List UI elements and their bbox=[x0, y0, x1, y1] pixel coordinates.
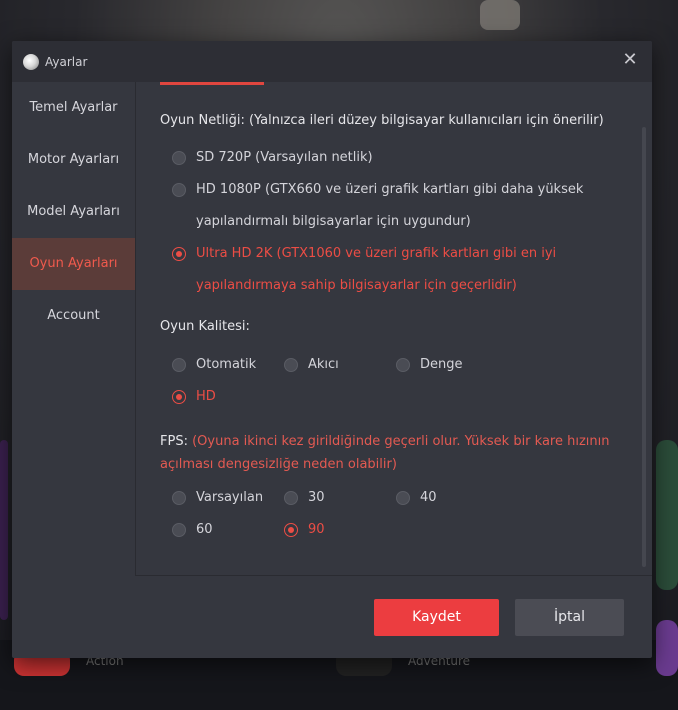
dialog-titlebar: Ayarlar ✕ bbox=[12, 41, 652, 82]
quality-option-auto[interactable]: Otomatik bbox=[172, 356, 256, 374]
radio-icon bbox=[172, 491, 186, 505]
sidebar-item-basic-settings[interactable]: Temel Ayarlar bbox=[12, 82, 135, 134]
radio-icon bbox=[172, 247, 186, 261]
resolution-option-label: SD 720P (Varsayılan netlik) bbox=[196, 150, 373, 165]
quality-option-smooth[interactable]: Akıcı bbox=[284, 356, 339, 374]
sidebar-item-game-settings[interactable]: Oyun Ayarları bbox=[12, 238, 135, 290]
quality-option-label: Otomatik bbox=[196, 357, 257, 372]
resolution-option-label: Ultra HD 2K (GTX1060 ve üzeri grafik kar… bbox=[196, 246, 557, 293]
sidebar-item-model-settings[interactable]: Model Ayarları bbox=[12, 186, 135, 238]
radio-icon bbox=[172, 183, 186, 197]
fps-option-30[interactable]: 30 bbox=[284, 489, 325, 507]
sidebar-item-account[interactable]: Account bbox=[12, 290, 135, 342]
radio-icon bbox=[172, 358, 186, 372]
close-icon[interactable]: ✕ bbox=[622, 51, 638, 69]
background-game-icon bbox=[656, 620, 678, 676]
section-tab-indicator bbox=[160, 82, 264, 85]
fps-option-label: 40 bbox=[420, 490, 437, 505]
radio-icon bbox=[172, 523, 186, 537]
save-button[interactable]: Kaydet bbox=[374, 599, 499, 636]
resolution-option-hd[interactable]: HD 1080P (GTX660 ve üzeri grafik kartlar… bbox=[172, 181, 602, 238]
fps-option-label: Varsayılan bbox=[196, 490, 264, 505]
resolution-option-ultra-hd[interactable]: Ultra HD 2K (GTX1060 ve üzeri grafik kar… bbox=[172, 245, 592, 302]
fps-option-90[interactable]: 90 bbox=[284, 521, 325, 539]
fps-title: FPS: bbox=[160, 434, 188, 449]
radio-icon bbox=[172, 151, 186, 165]
quality-option-balance[interactable]: Denge bbox=[396, 356, 463, 374]
radio-icon bbox=[396, 358, 410, 372]
resolution-option-sd[interactable]: SD 720P (Varsayılan netlik) bbox=[172, 149, 373, 167]
fps-option-40[interactable]: 40 bbox=[396, 489, 437, 507]
settings-sidebar: Temel Ayarlar Motor Ayarları Model Ayarl… bbox=[12, 82, 136, 575]
radio-icon bbox=[284, 491, 298, 505]
quality-option-label: Denge bbox=[420, 357, 463, 372]
fps-option-label: 60 bbox=[196, 522, 213, 537]
fps-option-default[interactable]: Varsayılan bbox=[172, 489, 263, 507]
fps-option-label: 90 bbox=[308, 522, 325, 537]
dialog-title: Ayarlar bbox=[45, 54, 88, 69]
fps-option-label: 30 bbox=[308, 490, 325, 505]
radio-icon bbox=[284, 358, 298, 372]
settings-content: Oyun Netliği: (Yalnızca ileri düzey bilg… bbox=[136, 82, 652, 575]
content-scrollbar[interactable] bbox=[642, 127, 646, 567]
resolution-title: Oyun Netliği: (Yalnızca ileri düzey bilg… bbox=[160, 113, 604, 128]
app-logo-icon bbox=[23, 53, 39, 70]
settings-dialog: Ayarlar ✕ Temel Ayarlar Motor Ayarları M… bbox=[12, 41, 652, 658]
fps-note: (Oyuna ikinci kez girildiğinde geçerli o… bbox=[160, 434, 610, 472]
resolution-option-label: HD 1080P (GTX660 ve üzeri grafik kartlar… bbox=[196, 182, 584, 229]
fps-title-block: FPS: (Oyuna ikinci kez girildiğinde geçe… bbox=[160, 430, 620, 476]
quality-option-hd[interactable]: HD bbox=[172, 388, 216, 406]
radio-icon bbox=[172, 390, 186, 404]
quality-option-label: HD bbox=[196, 389, 216, 404]
cancel-button[interactable]: İptal bbox=[515, 599, 624, 636]
radio-icon bbox=[284, 523, 298, 537]
quality-title: Oyun Kalitesi: bbox=[160, 319, 250, 334]
footer-divider bbox=[135, 575, 652, 576]
sidebar-item-engine-settings[interactable]: Motor Ayarları bbox=[12, 134, 135, 186]
fps-option-60[interactable]: 60 bbox=[172, 521, 213, 539]
quality-option-label: Akıcı bbox=[308, 357, 339, 372]
radio-icon bbox=[396, 491, 410, 505]
